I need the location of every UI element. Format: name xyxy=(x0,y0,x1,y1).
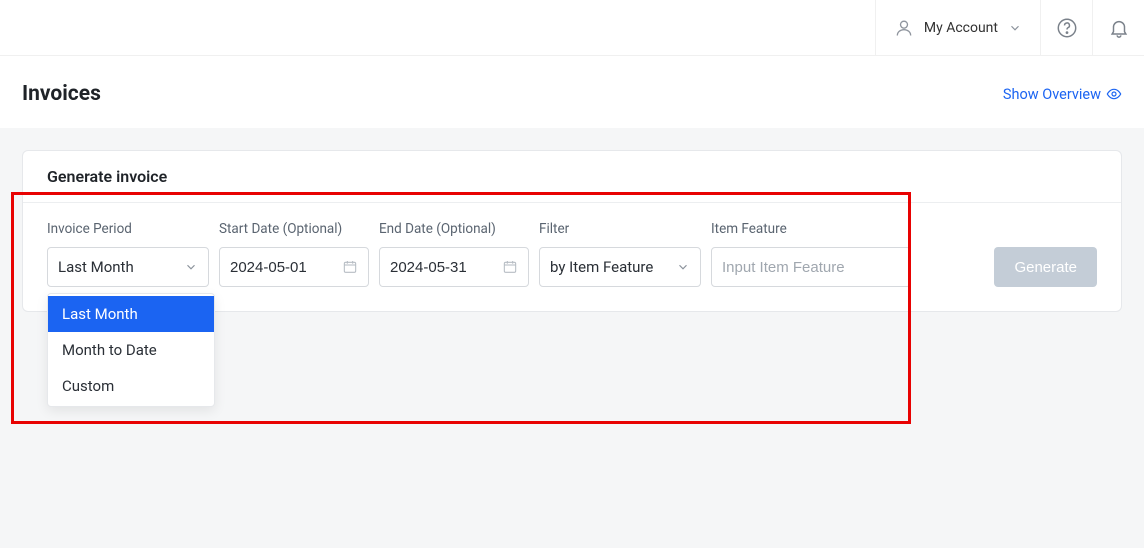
calendar-icon xyxy=(342,259,358,275)
start-date-label: Start Date (Optional) xyxy=(219,221,369,237)
end-date-label: End Date (Optional) xyxy=(379,221,529,237)
card-title: Generate invoice xyxy=(23,151,1121,203)
eye-icon xyxy=(1106,86,1122,102)
invoice-period-label: Invoice Period xyxy=(47,221,209,237)
show-overview-label: Show Overview xyxy=(1003,86,1101,103)
show-overview-link[interactable]: Show Overview xyxy=(1003,86,1122,103)
calendar-icon xyxy=(502,259,518,275)
my-account-menu[interactable]: My Account xyxy=(875,0,1040,56)
bell-icon xyxy=(1108,17,1130,39)
start-date-field: Start Date (Optional) xyxy=(219,221,369,287)
item-feature-input[interactable] xyxy=(722,259,900,276)
invoice-period-dropdown: Last Month Month to Date Custom xyxy=(47,293,215,407)
top-header: My Account xyxy=(0,0,1144,56)
start-date-input[interactable] xyxy=(219,247,369,287)
end-date-value[interactable] xyxy=(390,259,502,276)
generate-button-label: Generate xyxy=(1014,259,1077,276)
page-bar: Invoices Show Overview xyxy=(0,56,1144,128)
page-title: Invoices xyxy=(22,82,101,106)
filter-value: by Item Feature xyxy=(550,258,676,276)
item-feature-input-wrap[interactable] xyxy=(711,247,911,287)
chevron-down-icon xyxy=(184,260,198,274)
item-feature-label: Item Feature xyxy=(711,221,911,237)
filter-label: Filter xyxy=(539,221,701,237)
card-body: Invoice Period Last Month Last Month Mon… xyxy=(23,203,1121,311)
generate-invoice-card: Generate invoice Invoice Period Last Mon… xyxy=(22,150,1122,312)
dropdown-option-custom[interactable]: Custom xyxy=(48,368,214,404)
end-date-input[interactable] xyxy=(379,247,529,287)
invoice-period-field: Invoice Period Last Month Last Month Mon… xyxy=(47,221,209,287)
invoice-period-value: Last Month xyxy=(58,258,184,276)
filter-field: Filter by Item Feature xyxy=(539,221,701,287)
generate-button[interactable]: Generate xyxy=(994,247,1097,287)
help-icon xyxy=(1056,17,1078,39)
help-button[interactable] xyxy=(1040,0,1092,56)
end-date-field: End Date (Optional) xyxy=(379,221,529,287)
dropdown-option-month-to-date[interactable]: Month to Date xyxy=(48,332,214,368)
item-feature-field: Item Feature xyxy=(711,221,911,287)
start-date-value[interactable] xyxy=(230,259,342,276)
content-area: Generate invoice Invoice Period Last Mon… xyxy=(0,128,1144,548)
user-icon xyxy=(894,18,914,38)
chevron-down-icon xyxy=(676,260,690,274)
chevron-down-icon xyxy=(1008,21,1022,35)
notifications-button[interactable] xyxy=(1092,0,1144,56)
invoice-period-select[interactable]: Last Month xyxy=(47,247,209,287)
dropdown-option-last-month[interactable]: Last Month xyxy=(48,296,214,332)
filter-select[interactable]: by Item Feature xyxy=(539,247,701,287)
my-account-label: My Account xyxy=(924,20,998,36)
